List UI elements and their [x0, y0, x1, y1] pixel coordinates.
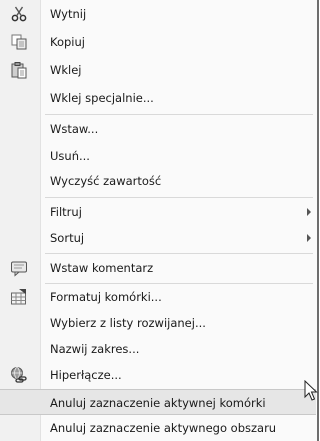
menu-item-label: Kopiuj: [50, 35, 85, 49]
mouse-cursor-icon: [304, 379, 318, 402]
menu-item-label: Sortuj: [50, 231, 85, 245]
menu-item-label: Wstaw...: [50, 122, 99, 136]
menu-separator: [45, 114, 313, 115]
menu-item-hyperlink[interactable]: Hiperłącze...: [0, 362, 316, 388]
submenu-arrow-icon: [307, 234, 311, 242]
context-menu: Wytnij Kopiuj Wklej Wklej specjalnie... …: [0, 0, 319, 441]
menu-item-label: Wytnij: [50, 7, 87, 21]
menu-item-label: Nazwij zakres...: [50, 342, 140, 356]
submenu-arrow-icon: [307, 208, 311, 216]
menu-item-paste-special[interactable]: Wklej specjalnie...: [0, 85, 316, 111]
menu-item-cut[interactable]: Wytnij: [0, 1, 316, 27]
menu-item-insert-comment[interactable]: Wstaw komentarz: [0, 255, 316, 281]
paste-icon: [10, 61, 28, 79]
menu-item-label: Wstaw komentarz: [50, 261, 154, 275]
menu-item-pick-from-list[interactable]: Wybierz z listy rozwijanej...: [0, 310, 316, 336]
copy-icon: [10, 33, 28, 51]
menu-item-label: Wyczyść zawartość: [50, 174, 162, 188]
menu-item-format-cells[interactable]: Formatuj komórki...: [0, 284, 316, 310]
comment-icon: [10, 259, 28, 277]
menu-item-copy[interactable]: Kopiuj: [0, 29, 316, 55]
menu-right-border: [317, 0, 319, 441]
scissors-icon: [10, 5, 28, 23]
menu-item-sort[interactable]: Sortuj: [0, 225, 316, 251]
menu-item-label: Anuluj zaznaczenie aktywnego obszaru: [50, 421, 277, 435]
menu-item-name-range[interactable]: Nazwij zakres...: [0, 336, 316, 362]
menu-separator: [45, 197, 313, 198]
menu-item-label: Wklej specjalnie...: [50, 91, 154, 105]
menu-item-insert[interactable]: Wstaw...: [0, 116, 316, 142]
menu-item-label: Formatuj komórki...: [50, 290, 162, 304]
menu-item-label: Wybierz z listy rozwijanej...: [50, 316, 206, 330]
menu-item-label: Usuń...: [50, 149, 90, 163]
format-cells-icon: [10, 288, 28, 306]
menu-item-label: Wklej: [50, 63, 82, 77]
menu-item-deselect-active-area[interactable]: Anuluj zaznaczenie aktywnego obszaru: [0, 415, 316, 441]
menu-item-paste[interactable]: Wklej: [0, 57, 316, 83]
hyperlink-icon: [10, 366, 28, 384]
menu-item-clear-contents[interactable]: Wyczyść zawartość: [0, 168, 316, 194]
menu-item-label: Anuluj zaznaczenie aktywnej komórki: [50, 396, 266, 410]
menu-item-delete[interactable]: Usuń...: [0, 143, 316, 169]
menu-item-deselect-active-cell[interactable]: Anuluj zaznaczenie aktywnej komórki: [0, 389, 316, 415]
menu-item-label: Hiperłącze...: [50, 368, 122, 382]
menu-separator: [45, 253, 313, 254]
menu-item-filter[interactable]: Filtruj: [0, 199, 316, 225]
menu-item-label: Filtruj: [50, 205, 82, 219]
